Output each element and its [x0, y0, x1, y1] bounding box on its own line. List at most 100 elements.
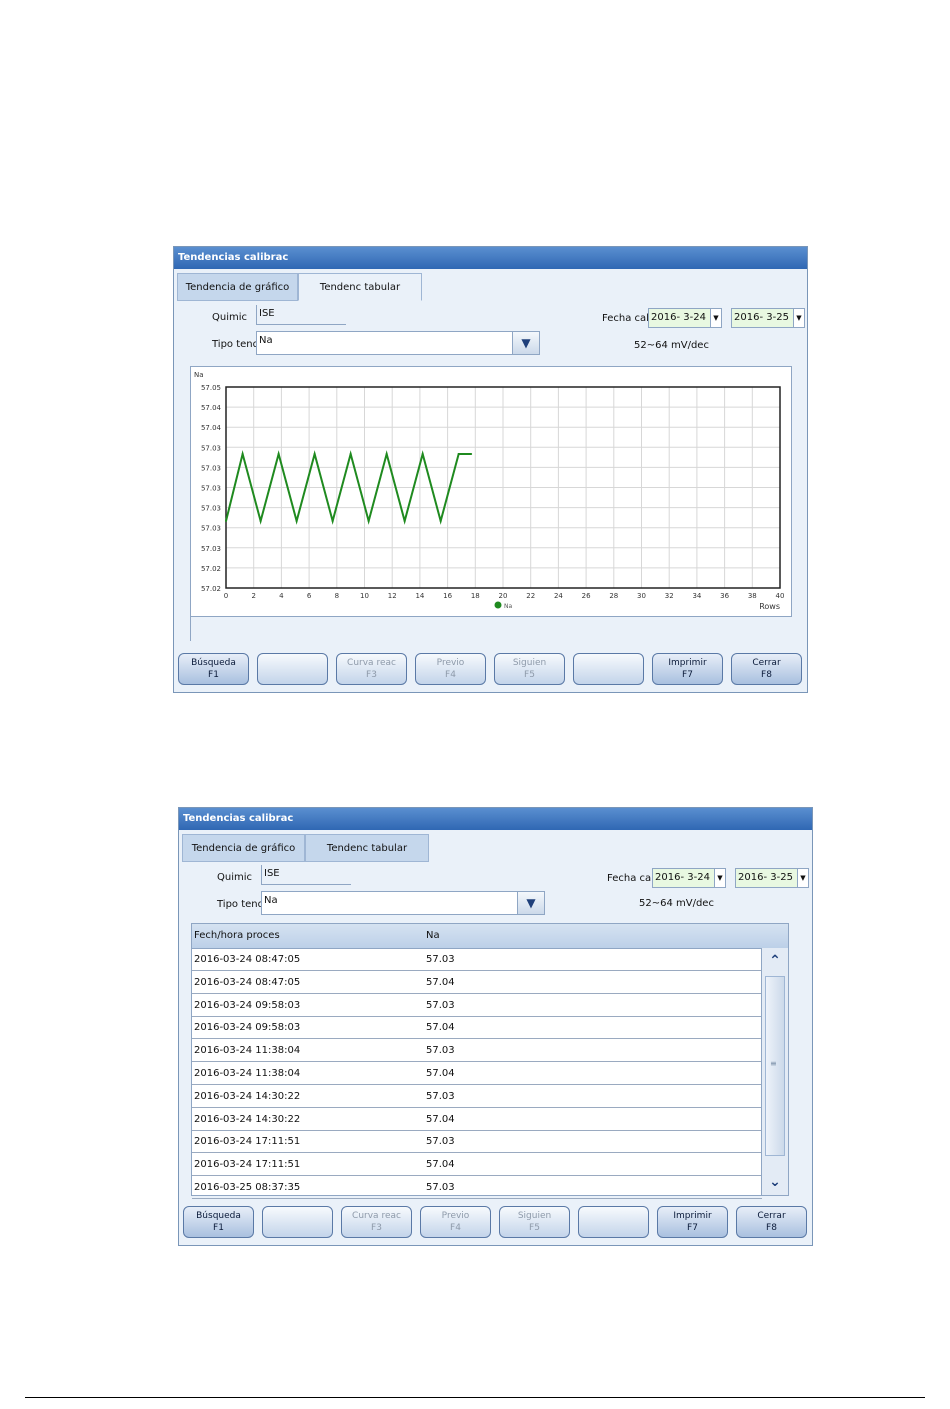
close-button[interactable]: Cerrar F8: [736, 1206, 807, 1238]
tab-graph-trend[interactable]: Tendencia de gráfico: [182, 834, 305, 862]
x-tick-label: 36: [720, 592, 729, 600]
x-tick-label: 30: [637, 592, 646, 600]
x-tick-label: 6: [307, 592, 312, 600]
cell-value: 57.04: [426, 1022, 455, 1034]
date-from-field[interactable]: 2016- 3-24 ▼: [652, 868, 726, 888]
x-tick-label: 34: [692, 592, 701, 600]
table-row[interactable]: 2016-03-24 17:11:51 57.04: [192, 1153, 762, 1177]
button-label: Curva reac: [352, 1211, 401, 1221]
x-tick-label: 20: [499, 592, 508, 600]
date-to-field[interactable]: 2016- 3-25 ▼: [735, 868, 809, 888]
button-label: Cerrar: [752, 658, 781, 668]
vertical-scrollbar[interactable]: ⌃ ≡ ⌄: [761, 948, 788, 1195]
cell-value: 57.03: [426, 1090, 455, 1102]
table-row[interactable]: 2016-03-24 14:30:22 57.03: [192, 1085, 762, 1108]
column-header-value[interactable]: Na: [426, 930, 440, 941]
previous-button[interactable]: Previo F4: [420, 1206, 491, 1238]
table-row[interactable]: 2016-03-24 11:38:04 57.04: [192, 1062, 762, 1085]
button-shortcut: F7: [687, 1223, 698, 1233]
y-tick-label: 57.03: [201, 485, 221, 493]
tab-tabular-trend[interactable]: Tendenc tabular: [305, 834, 429, 862]
date-from-value: 2016- 3-24: [655, 872, 710, 883]
date-from-value: 2016- 3-24: [651, 312, 706, 323]
tipo-tend-select[interactable]: Na ▼: [256, 331, 540, 355]
quimic-field[interactable]: ISE: [261, 865, 351, 885]
blank-button-2[interactable]: [573, 653, 644, 685]
next-button[interactable]: Siguien F5: [499, 1206, 570, 1238]
close-button[interactable]: Cerrar F8: [731, 653, 802, 685]
button-shortcut: F4: [450, 1223, 461, 1233]
button-shortcut: F5: [529, 1223, 540, 1233]
chevron-down-icon[interactable]: ▼: [710, 309, 721, 327]
tab-tabular-trend[interactable]: Tendenc tabular: [298, 273, 422, 301]
data-point: [385, 453, 388, 455]
table-row[interactable]: 2016-03-24 14:30:22 57.04: [192, 1108, 762, 1131]
cell-datetime: 2016-03-24 08:47:05: [194, 976, 301, 988]
search-button[interactable]: Búsqueda F1: [178, 653, 249, 685]
table-row[interactable]: 2016-03-24 09:58:03 57.04: [192, 1016, 762, 1040]
y-tick-label: 57.03: [201, 545, 221, 553]
x-tick-label: 4: [279, 592, 284, 600]
y-tick-label: 57.03: [201, 444, 221, 452]
chevron-down-icon[interactable]: ▼: [714, 869, 725, 887]
print-button[interactable]: Imprimir F7: [657, 1206, 728, 1238]
table-row[interactable]: 2016-03-24 08:47:05 57.04: [192, 971, 762, 994]
table-row[interactable]: 2016-03-24 09:58:03 57.03: [192, 994, 762, 1017]
previous-button[interactable]: Previo F4: [415, 653, 486, 685]
button-shortcut: F5: [524, 670, 535, 680]
date-from-field[interactable]: 2016- 3-24 ▼: [648, 308, 722, 328]
legend-marker: [494, 601, 502, 609]
button-shortcut: F1: [208, 670, 219, 680]
x-tick-label: 12: [388, 592, 397, 600]
x-tick-label: 10: [360, 592, 369, 600]
reaction-curve-button[interactable]: Curva reac F3: [341, 1206, 412, 1238]
cell-datetime: 2016-03-24 09:58:03: [194, 999, 301, 1011]
cell-value: 57.04: [426, 976, 455, 988]
search-button[interactable]: Búsqueda F1: [183, 1206, 254, 1238]
x-tick-label: 38: [748, 592, 757, 600]
blank-button-1[interactable]: [257, 653, 328, 685]
data-point: [439, 520, 442, 522]
cell-datetime: 2016-03-24 17:11:51: [194, 1136, 301, 1148]
x-tick-label: 16: [443, 592, 452, 600]
cell-datetime: 2016-03-24 11:38:04: [194, 1068, 301, 1079]
tipo-tend-select[interactable]: Na ▼: [261, 891, 545, 915]
table-row[interactable]: 2016-03-25 08:37:35 57.03: [192, 1176, 762, 1199]
tab-graph-trend[interactable]: Tendencia de gráfico: [177, 273, 298, 301]
data-point: [331, 520, 334, 522]
button-label: Siguien: [517, 1211, 552, 1221]
date-to-field[interactable]: 2016- 3-25 ▼: [731, 308, 805, 328]
cell-datetime: 2016-03-24 14:30:22: [194, 1113, 301, 1125]
table-row[interactable]: 2016-03-24 17:11:51 57.03: [192, 1130, 762, 1154]
button-shortcut: F4: [445, 670, 456, 680]
cell-value: 57.03: [426, 1045, 455, 1057]
column-header-datetime[interactable]: Fech/hora proces: [194, 930, 280, 941]
cell-value: 57.04: [426, 1113, 455, 1125]
x-tick-label: 18: [471, 592, 480, 600]
data-point: [349, 453, 352, 455]
cell-value: 57.04: [426, 1159, 455, 1171]
button-label: Cerrar: [757, 1211, 786, 1221]
scroll-up-icon[interactable]: ⌃: [764, 950, 786, 972]
scroll-down-icon[interactable]: ⌄: [764, 1171, 786, 1193]
x-axis-label: Rows: [759, 602, 780, 611]
blank-button-2[interactable]: [578, 1206, 649, 1238]
window-title: Tendencias calibrac: [179, 808, 812, 830]
table-row[interactable]: 2016-03-24 11:38:04 57.03: [192, 1039, 762, 1063]
button-label: Imprimir: [673, 1211, 712, 1221]
chevron-down-icon[interactable]: ▼: [517, 892, 544, 914]
quimic-field[interactable]: ISE: [256, 305, 346, 325]
chevron-down-icon[interactable]: ▼: [797, 869, 808, 887]
table-row[interactable]: 2016-03-24 08:47:05 57.03: [192, 948, 762, 971]
cell-datetime: 2016-03-24 09:58:03: [194, 1022, 301, 1034]
next-button[interactable]: Siguien F5: [494, 653, 565, 685]
scroll-thumb[interactable]: ≡: [765, 976, 785, 1156]
chevron-down-icon[interactable]: ▼: [793, 309, 804, 327]
date-to-value: 2016- 3-25: [738, 872, 793, 883]
reaction-curve-button[interactable]: Curva reac F3: [336, 653, 407, 685]
print-button[interactable]: Imprimir F7: [652, 653, 723, 685]
tipo-tend-value: Na: [259, 335, 273, 346]
tipo-tend-value: Na: [264, 895, 278, 906]
chevron-down-icon[interactable]: ▼: [512, 332, 539, 354]
blank-button-1[interactable]: [262, 1206, 333, 1238]
